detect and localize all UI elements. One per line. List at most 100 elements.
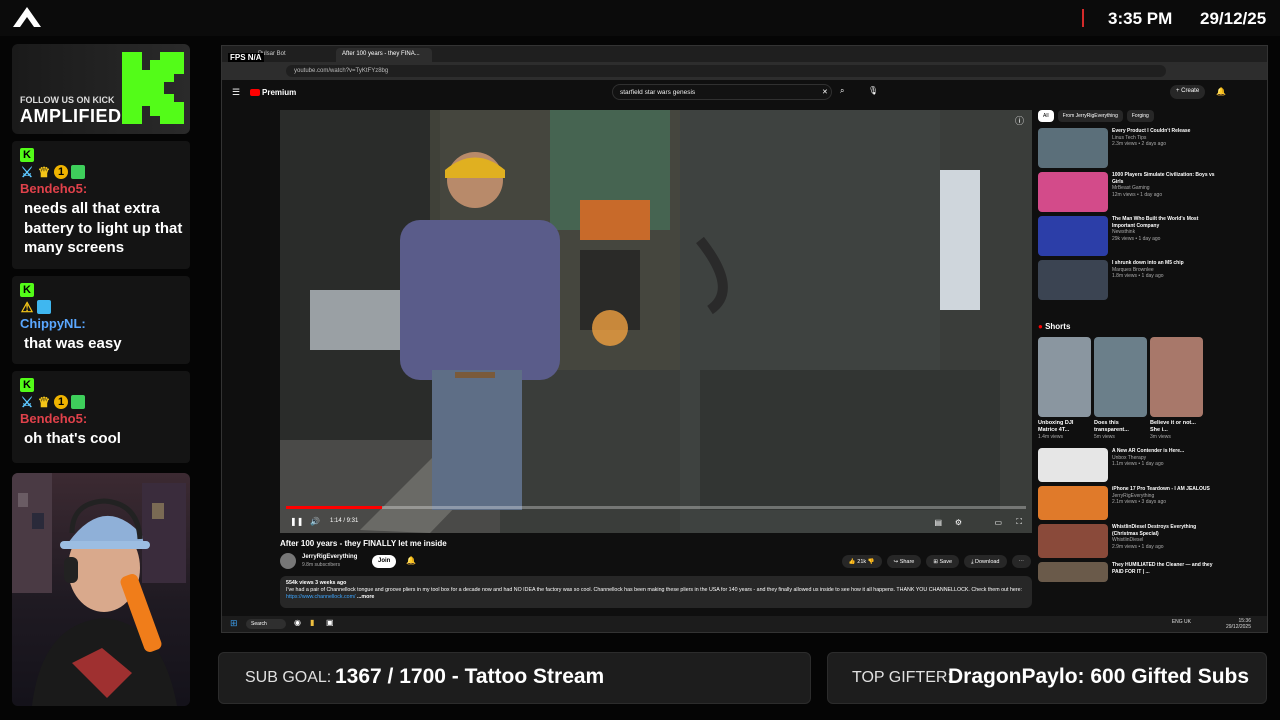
notifications-icon[interactable]: 🔔 <box>1216 87 1226 96</box>
stream-top-bar: 3:35 PM 29/12/25 <box>0 0 1280 36</box>
search-icon[interactable]: ⌕ <box>840 86 844 96</box>
recommended-video[interactable]: Every Product I Couldn't Release Linus Te… <box>1038 128 1218 168</box>
chip-forging[interactable]: Forging <box>1126 110 1154 122</box>
video-meta: 2.1m views • 3 days ago <box>1112 499 1166 505</box>
recommended-video[interactable]: WhistlinDiesel Destroys Everything (Chri… <box>1038 524 1218 558</box>
sub-goal-bar: SUB GOAL: 1367 / 1700 - Tattoo Stream <box>218 652 811 704</box>
video-thumbnail <box>1038 216 1108 256</box>
thumbs-down-icon[interactable]: 👎 <box>868 559 875 565</box>
microphone-icon[interactable]: 🎙 <box>868 86 878 95</box>
search-input[interactable]: starfield star wars genesis <box>612 84 832 100</box>
folder-icon[interactable]: ▮ <box>310 618 314 627</box>
like-button[interactable]: 👍 21k 👎 <box>841 555 882 568</box>
info-icon[interactable]: ⓘ <box>1015 114 1024 127</box>
youtube-header: ☰ Premium starfield star wars genesis ✕ … <box>222 80 1267 106</box>
one-badge-icon: 1 <box>54 165 68 179</box>
recommended-video[interactable]: The Man Who Built the World's Most Impor… <box>1038 216 1218 256</box>
short-views: 3m views <box>1150 434 1171 440</box>
video-time: 1:14 / 9:31 <box>330 518 359 524</box>
app-icon[interactable]: ▣ <box>326 618 334 627</box>
save-button[interactable]: ⊞ Save <box>926 555 960 568</box>
description-link[interactable]: https://www.channellock.com/ <box>286 594 355 600</box>
sword-badge-icon: ⚔ <box>20 164 34 180</box>
recommended-video[interactable]: They HUMILIATED the Cleaner — and they P… <box>1038 562 1218 582</box>
video-player[interactable]: ⓘ ❚❚ 🔊 1:14 / 9:31 ⛶ ▭ ⚙ ▤ <box>280 110 1032 533</box>
clock: 3:35 PM <box>1108 9 1173 28</box>
bell-icon[interactable]: 🔔 <box>406 556 416 565</box>
video-description[interactable]: 554k views 3 weeks ago I've had a pair o… <box>280 576 1032 608</box>
chat-message: K ⚠ ChippyNL: that was easy <box>12 276 190 364</box>
menu-icon[interactable]: ☰ <box>232 87 240 98</box>
fullscreen-icon[interactable]: ⛶ <box>1016 517 1022 527</box>
shorts-icon: ● <box>1038 322 1046 331</box>
more-actions-button[interactable]: ⋯ <box>1011 555 1031 568</box>
recommended-video[interactable]: 1000 Players Simulate Civilization: Boys… <box>1038 172 1218 212</box>
sword-badge-icon: ⚔ <box>20 394 34 410</box>
streamer-image <box>12 473 186 706</box>
recommended-video[interactable]: A New AR Contender is Here... Unbox Thera… <box>1038 448 1218 482</box>
volume-icon[interactable]: 🔊 <box>310 517 320 526</box>
join-button[interactable]: Join <box>372 555 397 568</box>
short-item[interactable]: Believe it or not... She i... 3m views <box>1150 337 1203 440</box>
browser-tab-bar: Pulsar Bot After 100 years - they FINA..… <box>222 46 1267 62</box>
video-title: 1000 Players Simulate Civilization: Boys… <box>1112 172 1215 185</box>
taskbar-language[interactable]: ENG UK <box>1172 619 1191 625</box>
description-meta: 554k views 3 weeks ago <box>286 580 347 586</box>
cube-badge-icon <box>71 165 85 179</box>
pause-icon[interactable]: ❚❚ <box>290 517 303 526</box>
chrome-icon[interactable]: ◉ <box>294 618 301 627</box>
chat-username: ChippyNL: <box>20 316 86 331</box>
video-meta: 2.3m views • 2 days ago <box>1112 141 1166 147</box>
video-title: iPhone 17 Pro Teardown - I AM JEALOUS <box>1112 486 1210 492</box>
settings-icon[interactable]: ⚙ <box>955 518 962 527</box>
video-thumbnail <box>1038 260 1108 300</box>
short-item[interactable]: Does this transparent... 5m views <box>1094 337 1147 440</box>
top-gifter-label: TOP GIFTER: <box>852 669 952 686</box>
shorts-heading: ● Shorts <box>1038 322 1218 331</box>
short-views: 1.4m views <box>1038 434 1064 440</box>
chat-message: K ⚔ ♛ 1 Bendeho5: needs all that extra b… <box>12 141 190 269</box>
video-thumbnail <box>1038 128 1108 168</box>
taskbar-search[interactable]: Search <box>246 619 286 629</box>
kick-brand-text: AMPLIFIED <box>20 106 122 126</box>
captions-icon[interactable]: ▤ <box>934 518 942 527</box>
sub-goal-value: 1367 / 1700 - Tattoo Stream <box>335 665 605 688</box>
recommended-video[interactable]: I shrunk down into an M5 chip Marques Bro… <box>1038 260 1218 300</box>
short-thumbnail <box>1150 337 1203 417</box>
video-frame <box>280 110 1032 533</box>
short-thumbnail <box>1094 337 1147 417</box>
windows-taskbar: ⊞ Search ◉ ▮ ▣ 15:36 29/12/2025 ENG UK <box>222 616 1267 632</box>
top-gifter-value: DragonPaylo: 600 Gifted Subs <box>948 665 1250 688</box>
channel-logo-icon <box>13 7 41 27</box>
theater-icon[interactable]: ▭ <box>994 518 1002 527</box>
recommended-video[interactable]: iPhone 17 Pro Teardown - I AM JEALOUS Jer… <box>1038 486 1218 520</box>
description-more[interactable]: ...more <box>357 594 374 600</box>
video-meta: 29k views • 1 day ago <box>1112 235 1161 242</box>
windows-start-icon[interactable]: ⊞ <box>230 618 238 629</box>
share-button[interactable]: ↪ Share <box>886 555 922 568</box>
tab-youtube-video[interactable]: After 100 years - they FINA... <box>336 48 432 62</box>
video-title: The Man Who Built the World's Most Impor… <box>1112 216 1199 229</box>
short-item[interactable]: Unboxing DJI Matrice 4T... 1.4m views <box>1038 337 1091 440</box>
kick-follow-banner: FOLLOW US ON KICK AMPLIFIED <box>12 44 190 134</box>
save-label: Save <box>939 559 953 565</box>
video-progress-bar[interactable] <box>286 506 1026 509</box>
create-button[interactable]: + Create <box>1170 85 1206 99</box>
crown-badge-icon: ♛ <box>37 394 51 410</box>
chip-all[interactable]: All <box>1038 110 1054 122</box>
screen-capture: Pulsar Bot After 100 years - they FINA..… <box>221 45 1268 633</box>
chat-text: oh that's cool <box>24 430 121 447</box>
download-label: Download <box>975 559 1000 565</box>
download-button[interactable]: ⤓ Download <box>964 555 1007 568</box>
cube-badge-icon <box>37 300 51 314</box>
short-title: Believe it or not... She i... <box>1150 420 1196 433</box>
channel-name[interactable]: JerryRigEverything <box>302 554 357 560</box>
chip-channel[interactable]: From JerryRigEverything <box>1057 110 1123 122</box>
channel-avatar[interactable] <box>280 553 296 569</box>
video-title: After 100 years - they FINALLY let me in… <box>280 539 447 548</box>
youtube-logo[interactable]: Premium <box>250 88 296 97</box>
clear-search-icon[interactable]: ✕ <box>822 88 828 96</box>
url-field[interactable]: youtube.com/watch?v=TyKtFYz8bg <box>286 65 1166 77</box>
warning-badge-icon: ⚠ <box>20 299 34 315</box>
tab-pulsar-bot[interactable]: Pulsar Bot <box>252 48 332 62</box>
